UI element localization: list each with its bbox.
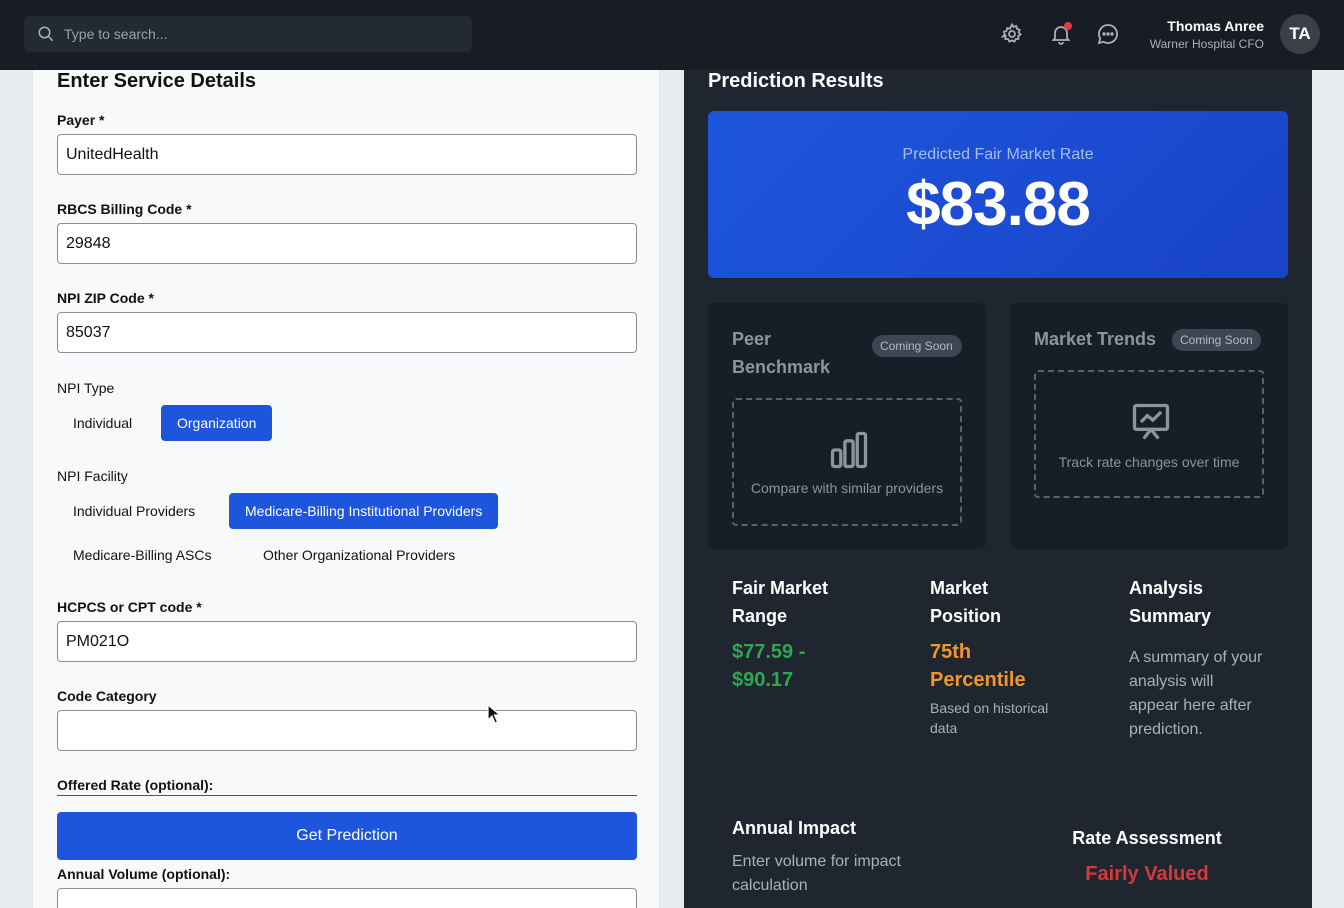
mouse-cursor-icon [487, 704, 501, 724]
peer-coming-soon-badge: Coming Soon [872, 335, 962, 357]
npi-type-individual[interactable]: Individual [57, 405, 148, 441]
npi-facility-label: NPI Facility [57, 468, 128, 484]
peer-benchmark-title: Peer Benchmark [732, 329, 831, 377]
chat-icon[interactable] [1096, 22, 1120, 46]
peer-benchmark-card: Peer Benchmark Coming Soon Compare with … [708, 303, 986, 549]
facility-other-organizational[interactable]: Other Organizational Providers [247, 537, 471, 573]
user-role: Warner Hospital CFO [1149, 37, 1264, 51]
category-label: Code Category [57, 688, 157, 704]
npi-type-label: NPI Type [57, 380, 115, 396]
annual-volume-input[interactable] [57, 888, 637, 908]
offered-rate-label: Offered Rate (optional): [57, 777, 214, 793]
facility-medicare-ascs[interactable]: Medicare-Billing ASCs [57, 537, 228, 573]
market-trends-title: Market Trends [1034, 329, 1157, 349]
notifications[interactable] [1049, 22, 1073, 46]
peer-placeholder: Compare with similar providers [732, 398, 962, 526]
analysis-summary-title: Analysis Summary [1129, 578, 1212, 626]
zip-input[interactable]: 85037 [57, 312, 637, 353]
form-title: Enter Service Details [57, 70, 256, 92]
payer-input[interactable]: UnitedHealth [57, 134, 637, 175]
user-name[interactable]: Thomas Anree [1167, 18, 1264, 34]
market-trends-card: Market Trends Coming Soon Track rate cha… [1010, 303, 1288, 549]
avatar[interactable]: TA [1280, 14, 1320, 54]
bar-chart-icon [830, 431, 868, 469]
gear-icon[interactable] [1000, 22, 1024, 46]
annual-impact-title: Annual Impact [732, 818, 857, 838]
search-box[interactable]: Type to search... [24, 16, 472, 52]
rbcs-input[interactable]: 29848 [57, 223, 637, 264]
rbcs-label: RBCS Billing Code * [57, 201, 192, 217]
zip-label: NPI ZIP Code * [57, 290, 154, 306]
search-input[interactable]: Type to search... [64, 26, 168, 42]
presentation-chart-icon [1132, 403, 1170, 440]
market-position-title: Market Position [930, 578, 1001, 626]
rate-value: $83.88 [906, 170, 1091, 239]
analysis-summary-text: A summary of your analysis will appear h… [1129, 649, 1263, 738]
hcpcs-label: HCPCS or CPT code * [57, 599, 202, 615]
trends-coming-soon-badge: Coming Soon [1172, 329, 1261, 351]
fair-market-range-value: $77.59 - $90.17 [732, 641, 806, 691]
search-icon [38, 26, 54, 42]
rate-label: Predicted Fair Market Rate [902, 146, 1094, 163]
facility-individual-providers[interactable]: Individual Providers [57, 493, 211, 529]
category-input[interactable] [57, 710, 637, 751]
facility-medicare-institutional[interactable]: Medicare-Billing Institutional Providers [229, 493, 499, 529]
payer-label: Payer * [57, 112, 105, 128]
annual-volume-label: Annual Volume (optional): [57, 866, 231, 882]
service-details-form: Enter Service Details Payer * UnitedHeal… [32, 70, 660, 908]
top-bar: Type to search... Thomas Anree Warner Ho… [0, 0, 1344, 70]
annual-impact-text: Enter volume for impact calculation [732, 853, 901, 894]
rate-card: Predicted Fair Market Rate $83.88 [708, 111, 1288, 278]
notification-dot [1064, 22, 1072, 30]
offered-rate-input[interactable] [57, 795, 637, 796]
rate-assessment-value: Fairly Valued [1085, 863, 1209, 885]
fair-market-range-title: Fair Market Range [732, 578, 829, 626]
prediction-results: Prediction Results Predicted Fair Market… [684, 70, 1312, 908]
market-position-value: 75th Percentile [930, 641, 1026, 691]
results-title: Prediction Results [708, 70, 884, 92]
peer-placeholder-text: Compare with similar providers [750, 480, 944, 496]
trends-placeholder-text: Track rate changes over time [1058, 454, 1240, 470]
market-position-note: Based on historical data [930, 700, 1049, 736]
npi-type-organization[interactable]: Organization [161, 405, 273, 441]
hcpcs-input[interactable]: PM021O [57, 621, 637, 662]
rate-assessment-title: Rate Assessment [1072, 828, 1222, 848]
get-prediction-button[interactable]: Get Prediction [57, 812, 637, 860]
trends-placeholder: Track rate changes over time [1034, 370, 1264, 498]
